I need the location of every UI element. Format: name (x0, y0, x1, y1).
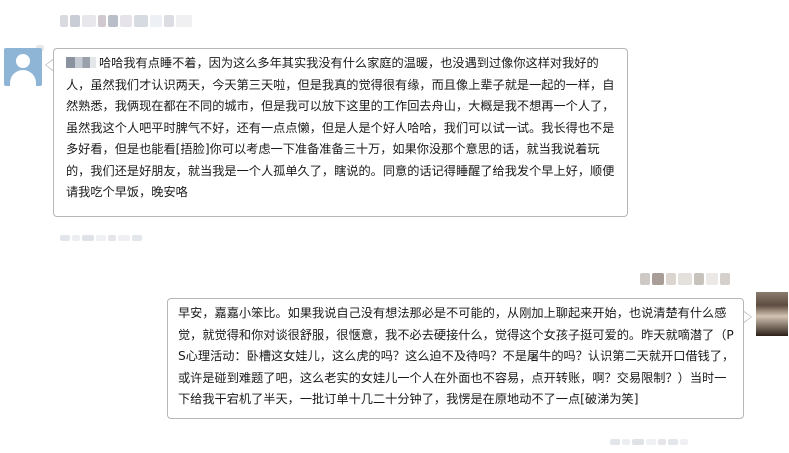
left-bubble-tail (45, 59, 53, 71)
right-avatar-photo[interactable] (756, 292, 788, 336)
outgoing-footer-blurred (610, 430, 690, 449)
outgoing-message-bubble[interactable]: 早安，嘉嘉小笨比。如果我说自己没有想法那必是不可能的，从刚加上聊起来开始，也说清… (167, 298, 744, 419)
receiver-name-blurred (640, 270, 732, 289)
blurred-mention (66, 57, 96, 68)
incoming-message-text: 哈哈我有点睡不着，因为这么多年其实我没有什么家庭的温暖，也没遇到过像你这样对我好… (66, 56, 615, 199)
sender-name-blurred (60, 12, 194, 31)
incoming-footer-blurred (60, 226, 144, 245)
right-bubble-tail (744, 311, 752, 323)
incoming-message-bubble[interactable]: 哈哈我有点睡不着，因为这么多年其实我没有什么家庭的温暖，也没遇到过像你这样对我好… (53, 48, 628, 217)
left-avatar-icon[interactable] (4, 48, 42, 86)
outgoing-message-text: 早安，嘉嘉小笨比。如果我说自己没有想法那必是不可能的，从刚加上聊起来开始，也说清… (178, 306, 735, 406)
